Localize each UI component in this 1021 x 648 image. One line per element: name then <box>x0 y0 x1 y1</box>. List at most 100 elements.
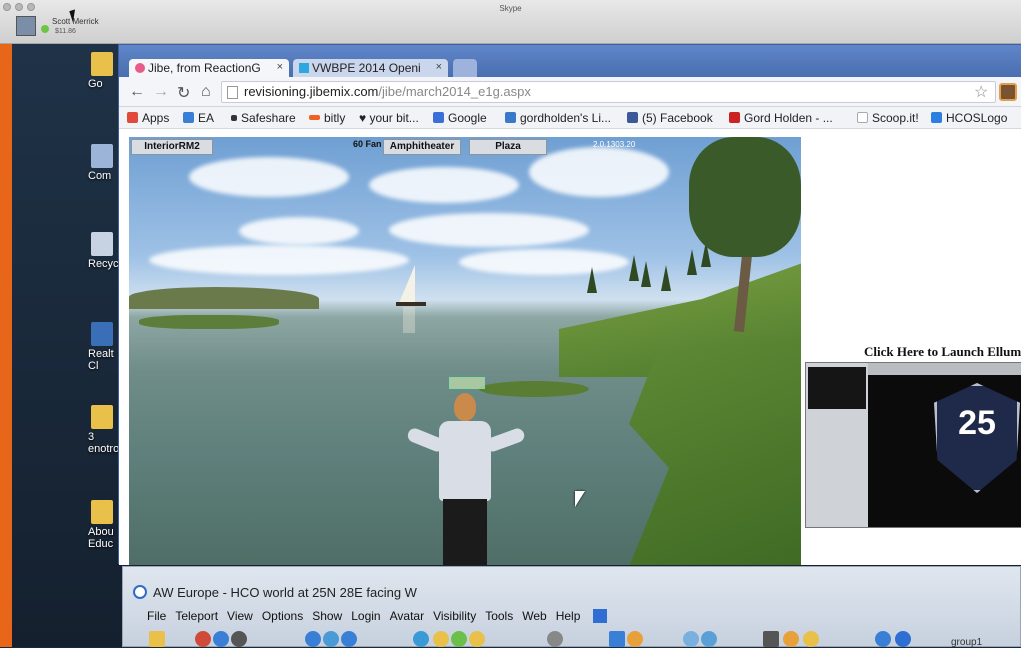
close-tab-icon[interactable]: × <box>277 61 283 73</box>
menu-login[interactable]: Login <box>351 609 380 623</box>
tab-vwbpe[interactable]: VWBPE 2014 Openi × <box>293 59 448 77</box>
bookmark-gord-holden[interactable]: Gord Holden - ... <box>729 111 833 125</box>
bookmark-hcoslogo[interactable]: HCOSLogo <box>931 111 1007 125</box>
bookmark-ea[interactable]: EA <box>183 111 214 125</box>
tab-jibe[interactable]: Jibe, from ReactionG × <box>129 59 289 77</box>
jibe-3d-viewport[interactable]: InteriorRM2 60 Fan Amphitheater Plaza 2.… <box>129 137 801 565</box>
desktop-icon[interactable]: 3 enotro <box>88 405 120 455</box>
close-tab-icon[interactable]: × <box>436 61 442 73</box>
globe-icon[interactable] <box>305 631 321 647</box>
bookmark-facebook[interactable]: (5) Facebook <box>627 111 713 125</box>
menu-view[interactable]: View <box>227 609 253 623</box>
help-icon[interactable] <box>895 631 911 647</box>
ellum-toolbar <box>868 363 1021 375</box>
tool-icon[interactable] <box>701 631 717 647</box>
bookmark-google[interactable]: Google <box>433 111 487 125</box>
bookmark-apps[interactable]: Apps <box>127 111 169 125</box>
tool-icon[interactable] <box>609 631 625 647</box>
tool-icon[interactable] <box>547 631 563 647</box>
bookmark-star-icon[interactable]: ☆ <box>974 82 988 102</box>
skype-title-bar: Skype Scott Merrick $11.86 <box>0 0 1021 44</box>
bookmark-label: ♥ your bit... <box>359 111 419 125</box>
desktop-icon[interactable]: Realt Cl <box>88 322 120 372</box>
back-icon[interactable] <box>213 631 229 647</box>
reload-icon[interactable]: ↻ <box>177 83 190 103</box>
forward-arrow-icon[interactable]: → <box>153 83 169 101</box>
menu-tools[interactable]: Tools <box>485 609 513 623</box>
user-icon[interactable] <box>469 631 485 647</box>
menu-help[interactable]: Help <box>556 609 581 623</box>
folder-icon <box>91 500 113 524</box>
menu-options[interactable]: Options <box>262 609 303 623</box>
tool-icon[interactable] <box>683 631 699 647</box>
bitly-icon <box>309 115 320 120</box>
tab-label: VWBPE 2014 Openi <box>312 61 421 75</box>
dropbox-icon <box>931 112 942 123</box>
user-icon[interactable] <box>433 631 449 647</box>
skype-window-title: Skype <box>499 4 522 13</box>
user-icon[interactable] <box>413 631 429 647</box>
app-icon <box>91 322 113 346</box>
back-arrow-icon[interactable]: ← <box>129 83 145 101</box>
home-icon[interactable] <box>195 631 211 647</box>
bookmark-your-bit[interactable]: ♥ your bit... <box>359 111 419 125</box>
computer-icon <box>91 144 113 168</box>
ellum-preview[interactable]: 25 <box>805 362 1021 528</box>
bookmark-safeshare[interactable]: Safeshare <box>231 111 296 125</box>
interiorrm2-button[interactable]: InteriorRM2 <box>131 139 213 155</box>
globe-icon[interactable] <box>323 631 339 647</box>
menu-avatar[interactable]: Avatar <box>390 609 424 623</box>
menu-file[interactable]: File <box>147 609 166 623</box>
menu-web[interactable]: Web <box>522 609 546 623</box>
avatar-head[interactable] <box>454 393 476 421</box>
avatar-legs <box>443 499 487 565</box>
desktop-icon[interactable]: Go <box>88 52 120 90</box>
bookmark-bitly[interactable]: bitly <box>309 111 345 125</box>
star-icon[interactable] <box>803 631 819 647</box>
fps-readout: 60 Fan <box>353 139 382 149</box>
users-icon[interactable] <box>451 631 467 647</box>
help-icon[interactable] <box>875 631 891 647</box>
plaza-button[interactable]: Plaza <box>469 139 547 155</box>
bookmark-label: Gord Holden - ... <box>744 111 833 125</box>
launch-ellum-link[interactable]: Click Here to Launch Ellum <box>864 344 1021 360</box>
google-icon <box>433 112 444 123</box>
new-tab-button[interactable] <box>453 59 477 77</box>
desktop-icon[interactable]: Abou Educ <box>88 500 120 550</box>
bookmarks-bar: Apps EA Safeshare bitly ♥ your bit... Go… <box>119 107 1021 129</box>
skype-user-avatar[interactable] <box>16 16 36 36</box>
bookmark-scoopit[interactable]: Scoop.it! <box>857 111 919 125</box>
menu-visibility[interactable]: Visibility <box>433 609 476 623</box>
online-status-icon <box>41 25 49 33</box>
menu-teleport[interactable]: Teleport <box>175 609 218 623</box>
mouse-pointer-icon <box>575 491 585 507</box>
facebook-icon <box>627 112 638 123</box>
ea-icon <box>183 112 194 123</box>
desktop-icon[interactable]: Com <box>88 144 120 182</box>
help-icon[interactable] <box>593 609 608 623</box>
home-icon[interactable]: ⌂ <box>201 83 211 101</box>
toolbar: ← → ↻ ⌂ revisioning.jibemix.com/jibe/mar… <box>119 77 1021 107</box>
ellum-sidebar <box>806 363 868 527</box>
amphitheater-button[interactable]: Amphitheater <box>383 139 461 155</box>
desktop-icon[interactable]: Recyc <box>88 232 120 270</box>
forward-icon[interactable] <box>231 631 247 647</box>
vimeo-favicon-icon <box>299 63 309 73</box>
folder-icon <box>91 52 113 76</box>
address-bar[interactable]: revisioning.jibemix.com/jibe/march2014_e… <box>221 81 996 103</box>
tool-icon[interactable] <box>783 631 799 647</box>
tool-icon[interactable] <box>763 631 779 647</box>
bookmark-gordholden[interactable]: gordholden's Li... <box>505 111 611 125</box>
folder-icon[interactable] <box>149 631 165 647</box>
bookmark-label: Google <box>448 111 487 125</box>
menu-show[interactable]: Show <box>312 609 342 623</box>
extension-icon[interactable] <box>999 83 1017 101</box>
avatar-body[interactable] <box>439 421 491 501</box>
pine-tree <box>661 265 671 291</box>
page-icon <box>227 86 238 99</box>
cloud <box>149 245 409 275</box>
sailboat <box>399 265 415 303</box>
avatar-nametag <box>449 377 485 389</box>
globe-icon[interactable] <box>341 631 357 647</box>
tool-icon[interactable] <box>627 631 643 647</box>
